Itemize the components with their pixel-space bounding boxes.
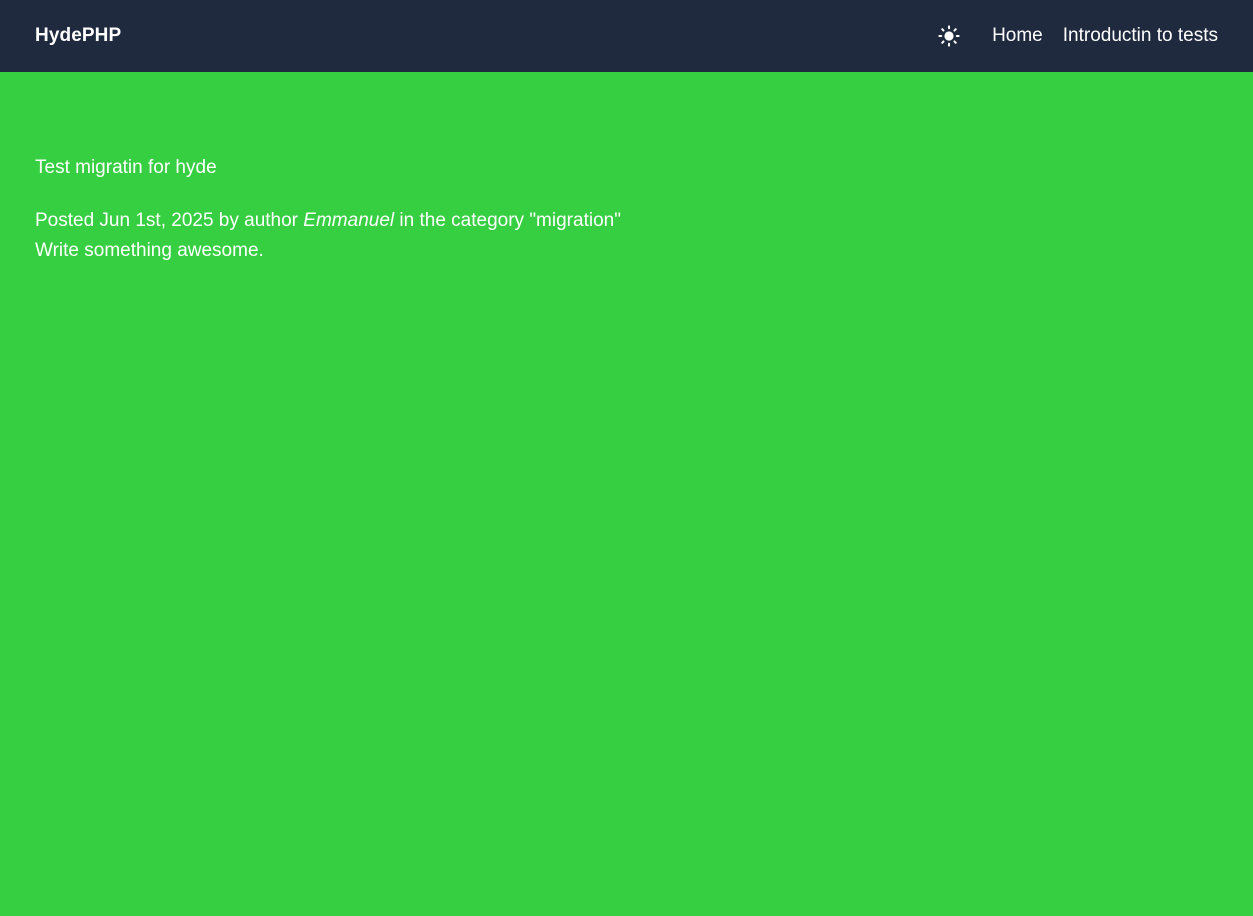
post-article: Test migratin for hyde Posted Jun 1st, 2…	[35, 156, 1218, 266]
post-author: Emmanuel	[303, 210, 395, 231]
post-title: Test migratin for hyde	[35, 157, 217, 178]
nav-link-introduction-to-tests[interactable]: Introductin to tests	[1063, 25, 1218, 47]
nav-right: Home Introductin to tests	[937, 24, 1218, 48]
top-navbar: HydePHP Home Introductin to tests	[0, 0, 1253, 72]
theme-toggle-button[interactable]	[937, 24, 961, 48]
sun-icon	[938, 25, 960, 47]
post-meta: Posted Jun 1st, 2025 by author Emmanuel …	[35, 206, 1218, 236]
nav-link-home[interactable]: Home	[992, 25, 1043, 47]
post-body: Write something awesome.	[35, 240, 264, 261]
main-content: Test migratin for hyde Posted Jun 1st, 2…	[0, 72, 1253, 266]
brand-logo-link[interactable]: HydePHP	[35, 25, 121, 47]
post-meta-category: in the category "migration"	[399, 210, 621, 231]
post-meta-prefix: Posted Jun 1st, 2025 by author	[35, 210, 299, 231]
